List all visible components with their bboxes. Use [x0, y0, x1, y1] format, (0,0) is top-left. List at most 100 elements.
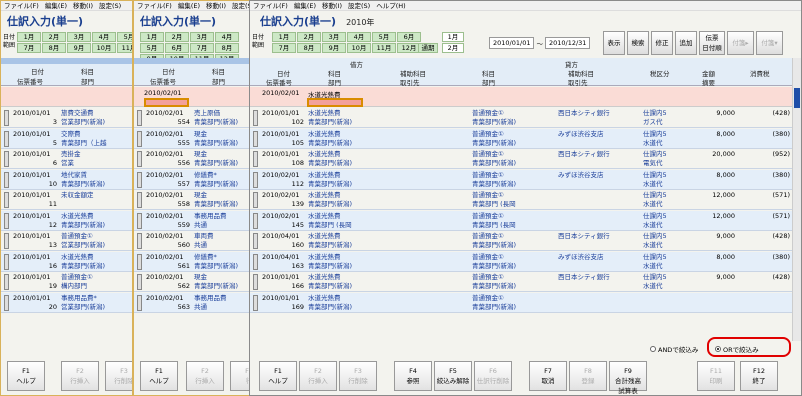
row-handle[interactable] [137, 151, 142, 167]
row-handle[interactable] [4, 110, 9, 126]
row-handle[interactable] [253, 253, 258, 270]
row-handle[interactable] [137, 274, 142, 290]
table-row[interactable]: 2010/02/01 修繕費* 561 青葉部門(新潟) [134, 251, 249, 272]
month-button-4[interactable]: 4月 [92, 32, 116, 42]
sticky-prev-button[interactable]: 付箋▾ [756, 31, 783, 55]
full-year-button[interactable]: 通期 [418, 43, 438, 53]
table-row[interactable]: 2010/02/01 水道光熱費 112 青葉部門(新潟) 普通預金① 青葉部門(新潟) み… [250, 169, 792, 190]
table-row[interactable]: 2010/01/01 事務用品費* 20 営業部門(新潟) [1, 292, 132, 313]
row-handle[interactable] [4, 130, 9, 147]
scroll-thumb[interactable] [794, 88, 800, 108]
month-button-8[interactable]: 8月 [215, 43, 239, 53]
table-row[interactable]: 2010/02/01 修繕費* 557 青葉部門(新潟) [134, 169, 249, 190]
menu-settings[interactable]: 設定(S) [99, 1, 121, 10]
function-key-f12[interactable]: F12 終了 [740, 361, 778, 391]
menu-edit[interactable]: 編集(E) [45, 1, 67, 10]
table-row[interactable]: 2010/02/01 水道光熱費 145 青葉部門 (長岡 普通預金① 青葉部門 (長岡仕… [250, 210, 792, 231]
input-dept-field[interactable] [307, 98, 363, 107]
month-button-11[interactable]: 11月 [372, 43, 396, 53]
month-button-8[interactable]: 8月 [297, 43, 321, 53]
row-handle[interactable] [137, 294, 142, 311]
menu-file[interactable]: ファイル(F) [253, 1, 288, 10]
table-row[interactable]: 2010/04/01 水道光熱費 163 青葉部門(新潟) 普通預金① 青葉部門(新潟) み… [250, 251, 792, 272]
row-handle[interactable] [253, 294, 258, 311]
vertical-scrollbar[interactable] [792, 58, 801, 341]
month-button-3[interactable]: 3月 [190, 32, 214, 42]
row-handle[interactable] [253, 110, 258, 126]
table-row[interactable]: 2010/01/01 水道光熱費 16 青葉部門(新潟) [1, 251, 132, 272]
function-key-f1[interactable]: F1 ヘルプ [140, 361, 178, 391]
table-row[interactable]: 2010/02/01 現金 556 青葉部門(新潟) [134, 149, 249, 169]
function-key-f3[interactable]: F3 行削除 [105, 361, 132, 391]
month-button-6[interactable]: 6月 [165, 43, 189, 53]
search-button[interactable]: 検索 [627, 31, 649, 55]
month-button-4[interactable]: 4月 [215, 32, 239, 42]
radio-dot[interactable] [650, 346, 656, 352]
input-date[interactable]: 2010/02/01 [262, 89, 299, 97]
table-row[interactable]: 2010/01/01 普通預金① 13 営業部門(新潟) [1, 231, 132, 251]
table-row[interactable]: 2010/01/01 水道光熱費 108 青葉部門(新潟) 普通預金① 青葉部門(新潟) 西… [250, 149, 792, 169]
function-key-f1[interactable]: F1 ヘルプ [259, 361, 297, 391]
month-button-5[interactable]: 5月 [140, 43, 164, 53]
month-button-2[interactable]: 2月 [297, 32, 321, 42]
view-button[interactable]: 表示 [603, 31, 625, 55]
row-handle[interactable] [137, 171, 142, 188]
month-button-1[interactable]: 1月 [140, 32, 164, 42]
row-handle[interactable] [137, 110, 142, 126]
month-button-5[interactable]: 5月 [372, 32, 396, 42]
month-button-10[interactable]: 10月 [92, 43, 116, 53]
month-ext-2[interactable]: 2月 [442, 43, 464, 53]
row-handle[interactable] [253, 212, 258, 229]
row-handle[interactable] [4, 294, 9, 311]
month-button-1[interactable]: 1月 [272, 32, 296, 42]
table-row[interactable]: 2010/01/01 水道光熱費 105 青葉部門(新潟) 普通預金① 青葉部門(新潟) み… [250, 128, 792, 149]
table-row[interactable]: 2010/02/01 現金 555 青葉部門(新潟) [134, 128, 249, 149]
row-handle[interactable] [4, 171, 9, 188]
function-key-f6[interactable]: F6 仕訳行削除 [474, 361, 512, 391]
row-handle[interactable] [4, 151, 9, 167]
date-from-input[interactable]: 2010/01/01 [489, 37, 535, 49]
month-button-5[interactable]: 5月 [117, 32, 132, 42]
menu-move[interactable]: 移動(I) [73, 1, 93, 10]
edit-button[interactable]: 修正 [651, 31, 673, 55]
month-button-3[interactable]: 3月 [322, 32, 346, 42]
table-row[interactable]: 2010/01/01 地代家賃 10 青葉部門(新潟) [1, 169, 132, 190]
month-button-7[interactable]: 7月 [272, 43, 296, 53]
function-key-f1[interactable]: F1 ヘルプ [7, 361, 45, 391]
function-key-f3[interactable]: F3行 [230, 361, 249, 391]
table-row[interactable]: 2010/01/01 水道光熱費 102 青葉部門(新潟) 普通預金① 青葉部門(新潟) 西… [250, 108, 792, 128]
row-handle[interactable] [137, 212, 142, 229]
row-handle[interactable] [4, 233, 9, 249]
table-row[interactable]: 2010/01/01 普通預金① 19 構内部門 [1, 272, 132, 292]
table-row[interactable]: 2010/01/01 未収金額定 11 [1, 190, 132, 210]
row-handle[interactable] [4, 274, 9, 290]
table-row[interactable]: 2010/02/01 現金 562 青葉部門(新潟) [134, 272, 249, 292]
month-button-2[interactable]: 2月 [42, 32, 66, 42]
row-handle[interactable] [253, 171, 258, 188]
menu-edit[interactable]: 編集(E) [294, 1, 316, 10]
month-button-3[interactable]: 3月 [67, 32, 91, 42]
row-handle[interactable] [4, 192, 9, 208]
function-key-f7[interactable]: F7 取消 [529, 361, 567, 391]
row-handle[interactable] [4, 212, 9, 229]
table-row[interactable]: 2010/02/01 事務用品費 563 共通 [134, 292, 249, 313]
row-handle[interactable] [253, 274, 258, 290]
month-button-8[interactable]: 8月 [42, 43, 66, 53]
menu-settings[interactable]: 設定(S) [348, 1, 370, 10]
function-key-f5[interactable]: F5 絞込み解除 [434, 361, 472, 391]
table-row[interactable]: 2010/02/01 売上原価 554 青葉部門(新潟) [134, 108, 249, 128]
table-row[interactable]: 2010/04/01 水道光熱費 160 青葉部門(新潟) 普通預金① 青葉部門(新潟) 西… [250, 231, 792, 251]
table-row[interactable]: 2010/02/01 車両費 560 共通 [134, 231, 249, 251]
table-row[interactable]: 2010/01/01 水道光熱費 12 青葉部門(新潟) [1, 210, 132, 231]
month-button-9[interactable]: 9月 [322, 43, 346, 53]
row-handle[interactable] [4, 253, 9, 270]
function-key-f8[interactable]: F8 登録 [569, 361, 607, 391]
menu-move[interactable]: 移動(I) [322, 1, 342, 10]
row-handle[interactable] [137, 253, 142, 270]
table-row[interactable]: 2010/02/01 現金 558 青葉部門(新潟) [134, 190, 249, 210]
input-row[interactable] [1, 87, 132, 107]
menu-help[interactable]: ヘルプ(H) [376, 1, 405, 10]
menu-move[interactable]: 移動(I) [206, 1, 226, 10]
function-key-f9[interactable]: F9 合計残高 試算表 [609, 361, 647, 395]
table-row[interactable]: 2010/02/01 事務用品費 559 共通 [134, 210, 249, 231]
